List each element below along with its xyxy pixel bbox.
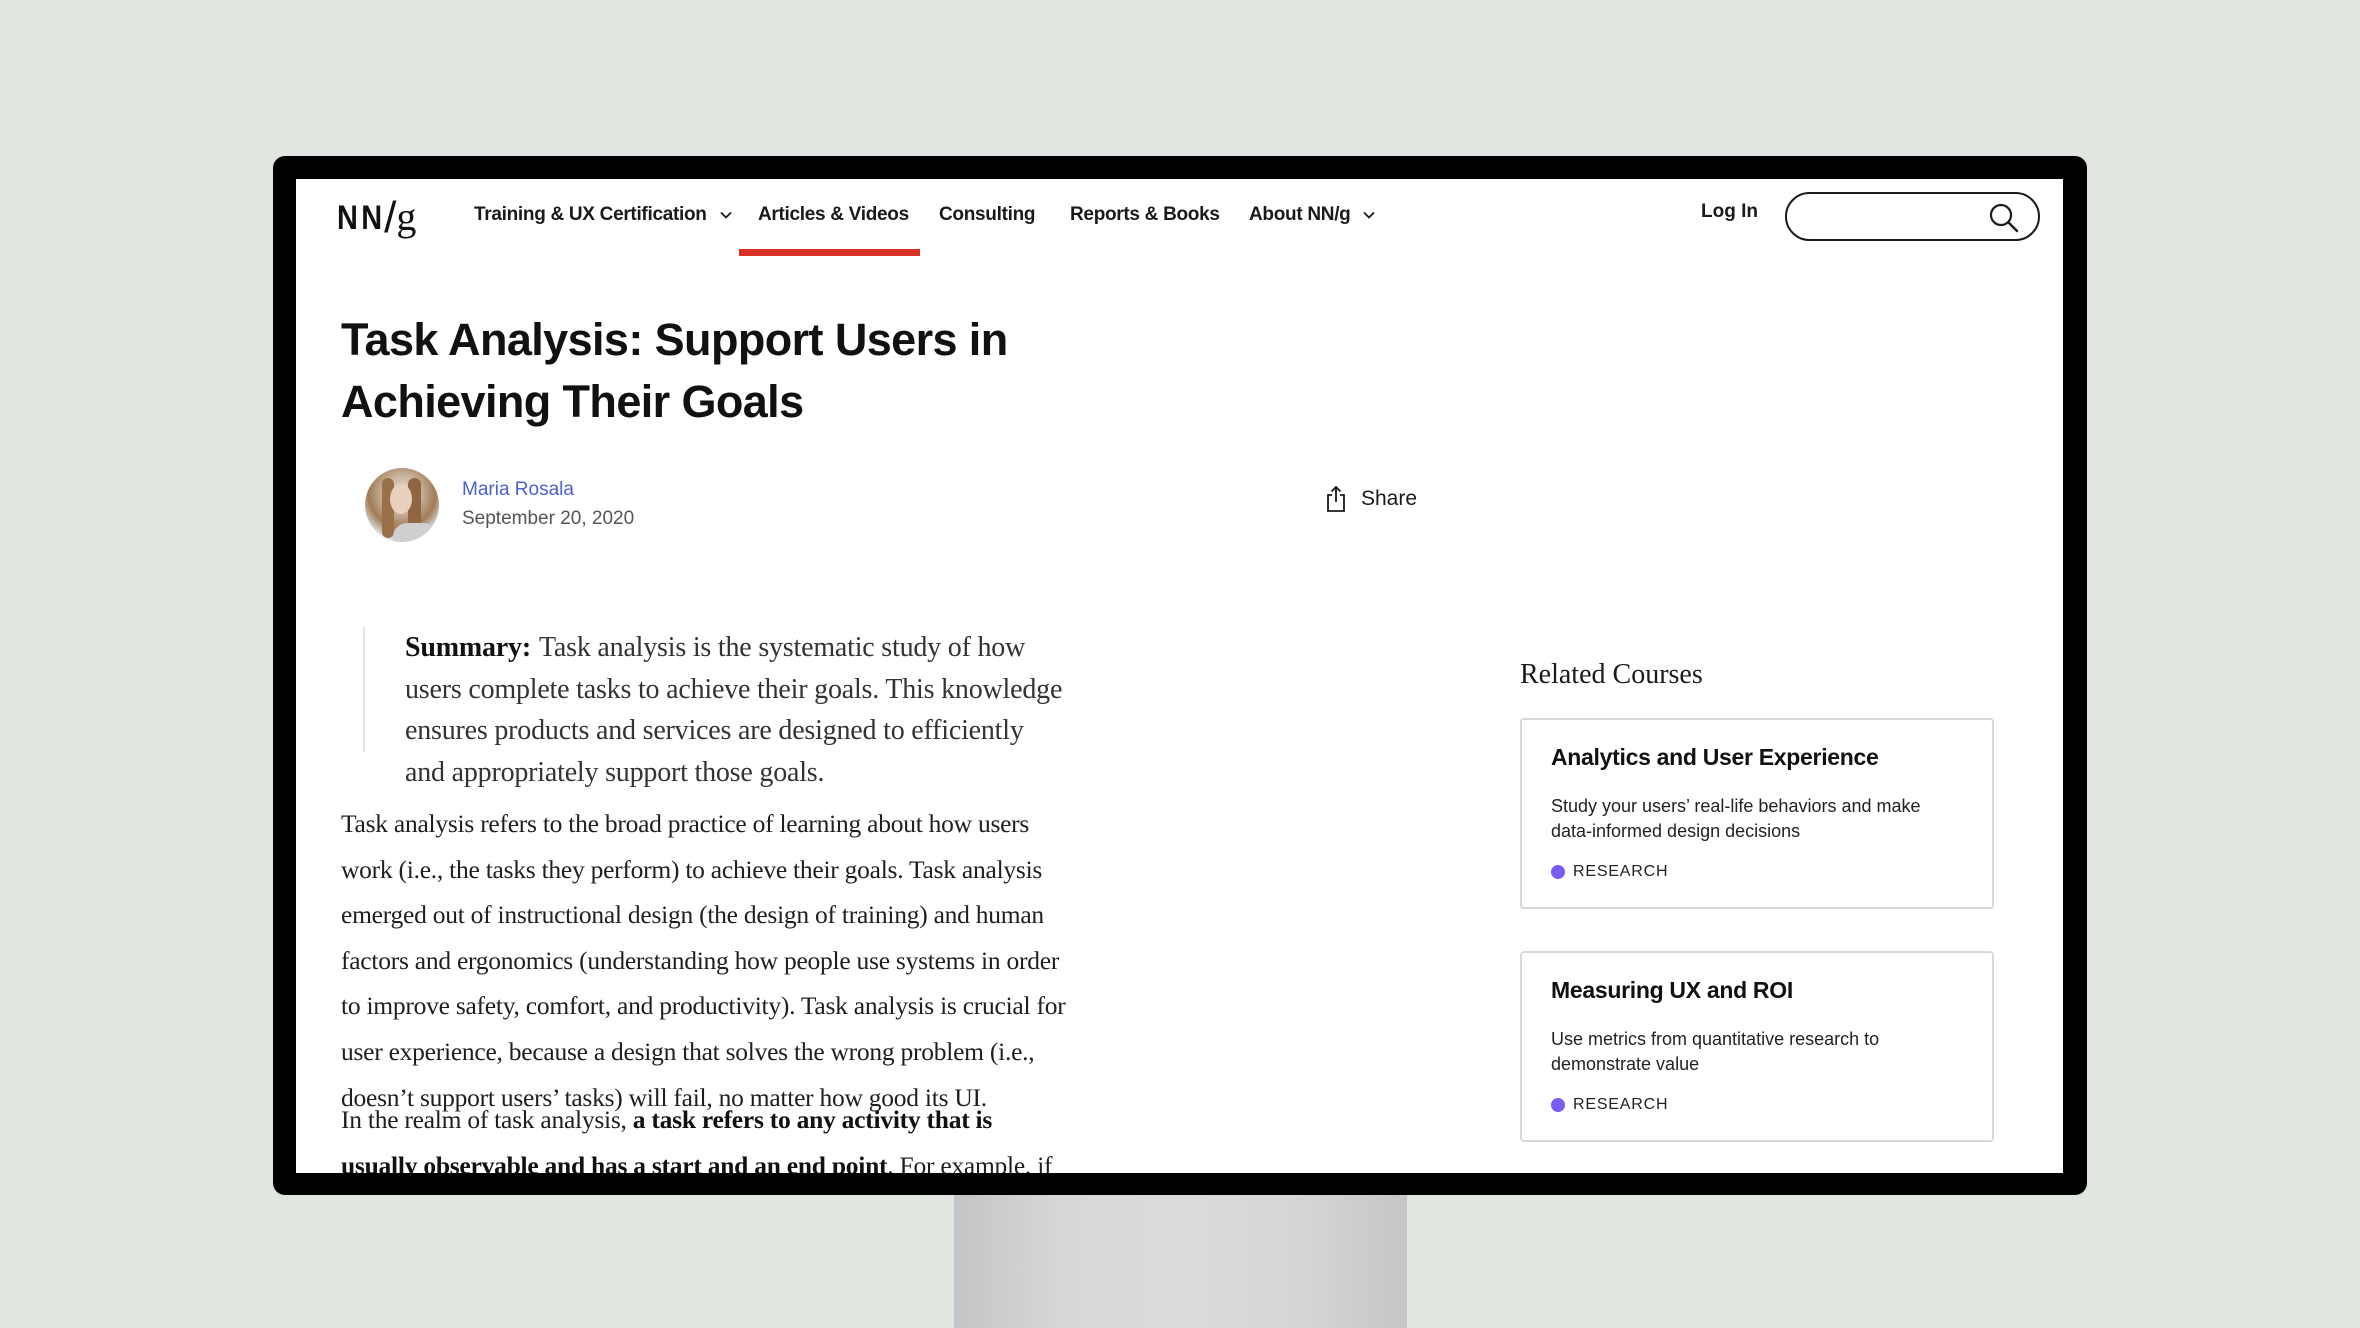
monitor-stand	[954, 1190, 1407, 1328]
logo-nn: NN	[337, 198, 386, 237]
course-description: Use metrics from quantitative research t…	[1551, 1029, 1880, 1074]
publish-date: September 20, 2020	[462, 508, 635, 529]
logo-slash: /	[384, 193, 397, 242]
course-tag: RESEARCH	[1551, 1096, 1668, 1114]
nav-item-label: Reports & Books	[1070, 204, 1220, 225]
course-tag-label: RESEARCH	[1573, 863, 1669, 880]
nav-item-training[interactable]: Training & UX Certification	[474, 199, 733, 231]
related-courses-heading: Related Courses	[1520, 659, 1703, 690]
course-tag-label: RESEARCH	[1573, 1096, 1669, 1113]
active-tab-indicator	[739, 249, 920, 256]
nav-item-label: About NN/g	[1249, 204, 1351, 225]
nav-item-label: Articles & Videos	[758, 204, 909, 225]
nav-item-label: Training & UX Certification	[474, 204, 707, 225]
logo-g: g	[396, 193, 417, 239]
summary-label: Summary:	[405, 632, 531, 663]
share-button[interactable]: Share	[1326, 485, 1417, 513]
login-link[interactable]: Log In	[1701, 201, 1758, 223]
article-paragraph: In the realm of task analysis, a task re…	[341, 1097, 1066, 1173]
course-tag: RESEARCH	[1551, 863, 1668, 881]
course-card[interactable]: Measuring UX and ROI Use metrics from qu…	[1520, 951, 1994, 1142]
article-paragraph: Task analysis refers to the broad practi…	[341, 809, 1066, 1112]
course-card[interactable]: Analytics and User Experience Study your…	[1520, 718, 1994, 909]
nav-item-label: Consulting	[939, 204, 1036, 225]
author-name-link[interactable]: Maria Rosala	[462, 479, 574, 501]
tag-dot-icon	[1551, 865, 1565, 879]
chevron-down-icon	[1362, 208, 1376, 222]
course-title[interactable]: Analytics and User Experience	[1551, 744, 1879, 771]
nav-item-reports-books[interactable]: Reports & Books	[1070, 199, 1220, 231]
chevron-down-icon	[719, 208, 733, 222]
article-summary: Summary: Task analysis is the systematic …	[363, 627, 1063, 788]
tag-dot-icon	[1551, 1098, 1565, 1112]
nav-item-consulting[interactable]: Consulting	[939, 199, 1036, 231]
search-input[interactable]	[1805, 202, 1979, 234]
search-icon[interactable]	[1988, 202, 2020, 234]
nav-item-articles-videos[interactable]: Articles & Videos	[758, 199, 909, 231]
avatar-body	[393, 523, 437, 542]
avatar-face	[390, 484, 412, 514]
nav-item-about[interactable]: About NN/g	[1249, 199, 1376, 231]
article-title: Task Analysis: Support Users in Achievin…	[341, 314, 1008, 427]
author-avatar[interactable]	[365, 468, 439, 542]
paragraph-intro: In the realm of task analysis,	[341, 1105, 633, 1134]
course-description: Study your users’ real-life behaviors an…	[1551, 796, 1921, 841]
browser-screen: NN / g Training & UX Certification Artic…	[296, 179, 2063, 1173]
search-box[interactable]	[1785, 192, 2040, 241]
share-label: Share	[1361, 487, 1418, 510]
share-icon	[1327, 485, 1345, 512]
course-title[interactable]: Measuring UX and ROI	[1551, 977, 1793, 1004]
nng-logo[interactable]: NN / g	[337, 193, 416, 243]
